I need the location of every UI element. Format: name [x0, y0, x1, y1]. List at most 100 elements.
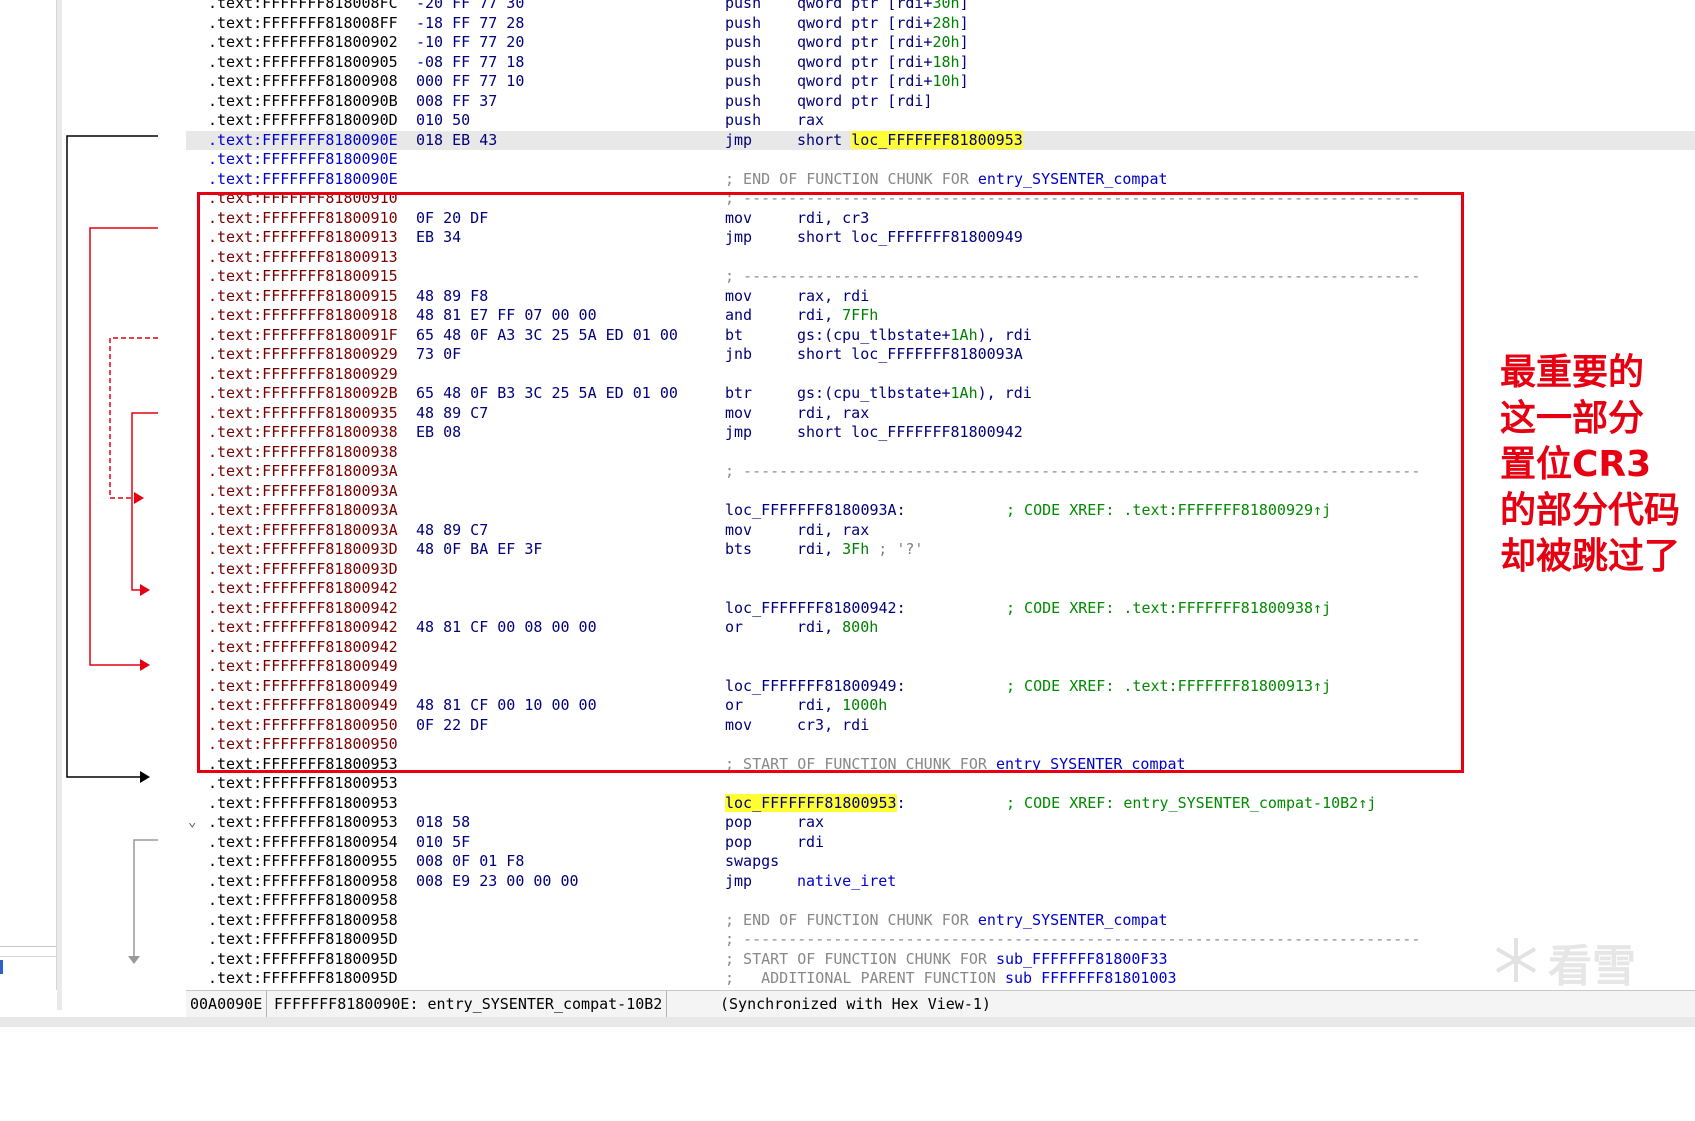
opcode-bytes: -18 FF 77 28 [416, 13, 525, 32]
status-location: FFFFFFF8180090E: entry_SYSENTER_compat-1… [270, 991, 668, 1017]
code-line[interactable]: .text:FFFFFFF8180090E [186, 150, 1695, 170]
opcode-bytes: 010 50 [416, 111, 471, 129]
instruction-mnemonic: pop [725, 832, 753, 851]
instruction-operands[interactable]: qword ptr [rdi+18h] [797, 53, 969, 73]
chunk-comment: ; END OF FUNCTION CHUNK FOR entry_SYSENT… [725, 169, 1168, 188]
chunk-function-name[interactable]: entry_SYSENTER_compat [978, 170, 1168, 188]
watermark-text: 看雪 [1548, 941, 1636, 992]
chunk-function-name[interactable]: sub_FFFFFFF81800F33 [996, 950, 1168, 968]
operand-symbol[interactable]: native_iret [797, 872, 896, 890]
line-address: .text:FFFFFFF81800953 [208, 793, 398, 812]
opcode-bytes: 008 E9 23 00 00 00 [416, 871, 579, 890]
chunk-function-name[interactable]: sub_FFFFFFF81801003 [1005, 969, 1177, 986]
code-line[interactable]: .text:FFFFFFF8180095D ; -----------------… [186, 930, 1695, 950]
chunk-comment: ; END OF FUNCTION CHUNK FOR entry_SYSENT… [725, 910, 1168, 929]
instruction-mnemonic: push [725, 52, 762, 71]
instruction-operands[interactable]: rax [797, 813, 824, 833]
instruction-operands[interactable]: native_iret [797, 872, 896, 892]
jump-arrow-gray [133, 839, 158, 958]
instruction-operands[interactable]: rdi [797, 833, 824, 853]
line-address: .text:FFFFFFF8180090E [208, 130, 398, 149]
arrow-head-gray [128, 956, 140, 964]
annotation-line: 却被跳过了 [1500, 536, 1681, 577]
line-address: .text:FFFFFFF8180095D [208, 930, 398, 948]
status-sync: (Synchronized with Hex View-1) [720, 995, 991, 1013]
chunk-comment: ; START OF FUNCTION CHUNK FOR sub_FFFFFF… [725, 949, 1168, 968]
flow-arrows-pane [66, 135, 158, 964]
opcode-bytes: 000 FF 77 10 [416, 72, 525, 90]
instruction-operands[interactable]: qword ptr [rdi+10h] [797, 72, 969, 92]
arrow-head-942 [140, 584, 150, 596]
code-line[interactable]: .text:FFFFFFF81800905 -08 FF 77 18 push qwo… [186, 53, 1695, 73]
code-line[interactable]: .text:FFFFFFF81800958 008 E9 23 00 00 00 j… [186, 872, 1695, 892]
code-line[interactable]: .text:FFFFFFF818008FF -18 FF 77 28 push qwo… [186, 14, 1695, 34]
operand-number: 28h [932, 13, 960, 32]
opcode-bytes: 010 5F [416, 832, 471, 851]
opcode-bytes: -10 FF 77 20 [416, 33, 525, 51]
arrow-head-93a [134, 492, 144, 504]
function-list-pane[interactable] [0, 0, 57, 990]
code-line[interactable]: .text:FFFFFFF8180095D ; ADDITIONAL PARENT… [186, 969, 1695, 986]
code-line[interactable]: .text:FFFFFFF81800908 000 FF 77 10 push qwo… [186, 72, 1695, 92]
highlighted-label[interactable]: loc_FFFFFFF81800953 [851, 130, 1023, 149]
annotation-red-box [197, 192, 1464, 773]
line-address: .text:FFFFFFF8180090E [208, 169, 398, 188]
annotation-line: 最重要的 [1500, 352, 1645, 393]
code-line[interactable]: .text:FFFFFFF8180090B 008 FF 37 push qword … [186, 92, 1695, 112]
code-xref-comment[interactable]: ; CODE XREF: entry_SYSENTER_compat-10B2↑… [1006, 794, 1376, 814]
opcode-bytes: 008 FF 37 [416, 91, 498, 110]
highlighted-label[interactable]: loc_FFFFFFF81800953 [725, 793, 897, 812]
code-line[interactable]: .text:FFFFFFF81800954 010 5F pop rdi [186, 833, 1695, 853]
annotation-line: 的部分代码 [1500, 490, 1681, 531]
arrow-head-black [140, 771, 150, 783]
instruction-operands[interactable]: qword ptr [rdi+30h] [797, 0, 969, 14]
code-line[interactable]: .text:FFFFFFF81800955 008 0F 01 F8 swapgs [186, 852, 1695, 872]
code-line[interactable]: .text:FFFFFFF8180095D ; START OF FUNCTION… [186, 950, 1695, 970]
code-line[interactable]: .text:FFFFFFF81800958 ; END OF FUNCTION C… [186, 911, 1695, 931]
line-address: .text:FFFFFFF81800908 [208, 72, 398, 90]
status-offset: 00A0090E [186, 991, 268, 1017]
instruction-mnemonic: pop [725, 813, 753, 831]
pane-divider-2 [0, 956, 56, 957]
line-address: .text:FFFFFFF8180090D [208, 111, 398, 129]
line-address: .text:FFFFFFF8180095D [208, 969, 398, 986]
code-line[interactable]: .text:FFFFFFF81800953 [186, 774, 1695, 794]
ida-disassembly-window: .text:FFFFFFF818008FC -20 FF 77 30 push qwo… [0, 0, 1695, 1027]
code-line[interactable]: .text:FFFFFFF81800902 -10 FF 77 20 push qwo… [186, 33, 1695, 53]
instruction-operands[interactable]: qword ptr [rdi+20h] [797, 33, 969, 53]
line-address: .text:FFFFFFF81800958 [208, 871, 398, 890]
instruction-mnemonic: jmp [725, 871, 753, 890]
pane-divider [0, 946, 56, 947]
line-address: .text:FFFFFFF81800953 [208, 774, 398, 792]
annotation-line: 这一部分 [1500, 398, 1645, 439]
instruction-operands[interactable]: qword ptr [rdi+28h] [797, 14, 969, 34]
code-line[interactable]: .text:FFFFFFF8180090D 010 50 push rax [186, 111, 1695, 131]
opcode-bytes: -08 FF 77 18 [416, 52, 525, 71]
line-address: .text:FFFFFFF8180095D [208, 949, 398, 968]
instruction-operands[interactable]: short loc_FFFFFFF81800953 [797, 130, 1023, 151]
collapse-chevron-icon[interactable]: ⌄ [188, 813, 196, 833]
instruction-mnemonic: push [725, 91, 762, 110]
instruction-operands[interactable]: qword ptr [rdi] [797, 92, 932, 112]
instruction-operands[interactable]: rax [797, 111, 824, 131]
code-line[interactable]: .text:FFFFFFF81800958 [186, 891, 1695, 911]
code-line[interactable]: .text:FFFFFFF818008FC -20 FF 77 30 push qwo… [186, 0, 1695, 14]
code-line[interactable]: .text:FFFFFFF8180090E 018 EB 43 jmp short l… [186, 130, 1695, 151]
separator-line: ; --------------------------------------… [725, 930, 1421, 948]
instruction-mnemonic: push [725, 13, 762, 32]
snowflake-icon [1495, 938, 1537, 982]
line-address: .text:FFFFFFF81800958 [208, 891, 398, 909]
code-line[interactable]: ⌄ .text:FFFFFFF81800953 018 58 pop rax [186, 813, 1695, 833]
annotation-text: 最重要的这一部分置位CR3 的部分代码却被跳过了 [1500, 350, 1690, 580]
code-line[interactable]: .text:FFFFFFF8180090E ; END OF FUNCTION C… [186, 170, 1695, 190]
status-bar: 00A0090E FFFFFFF8180090E: entry_SYSENTER… [186, 990, 1695, 1017]
code-line[interactable]: .text:FFFFFFF81800953 loc_FFFFFFF81800953… [186, 793, 1695, 814]
chunk-function-name[interactable]: entry_SYSENTER_compat [978, 911, 1168, 929]
line-address: .text:FFFFFFF81800905 [208, 52, 398, 71]
code-label[interactable]: loc_FFFFFFF81800953: [725, 793, 906, 814]
operand-number: 10h [932, 72, 960, 90]
annotation-line: 置位CR3 [1500, 444, 1652, 485]
opcode-bytes: 018 EB 43 [416, 130, 498, 149]
line-address: .text:FFFFFFF818008FC [208, 0, 398, 12]
chunk-comment: ; ADDITIONAL PARENT FUNCTION sub_FFFFFFF… [725, 969, 1177, 986]
